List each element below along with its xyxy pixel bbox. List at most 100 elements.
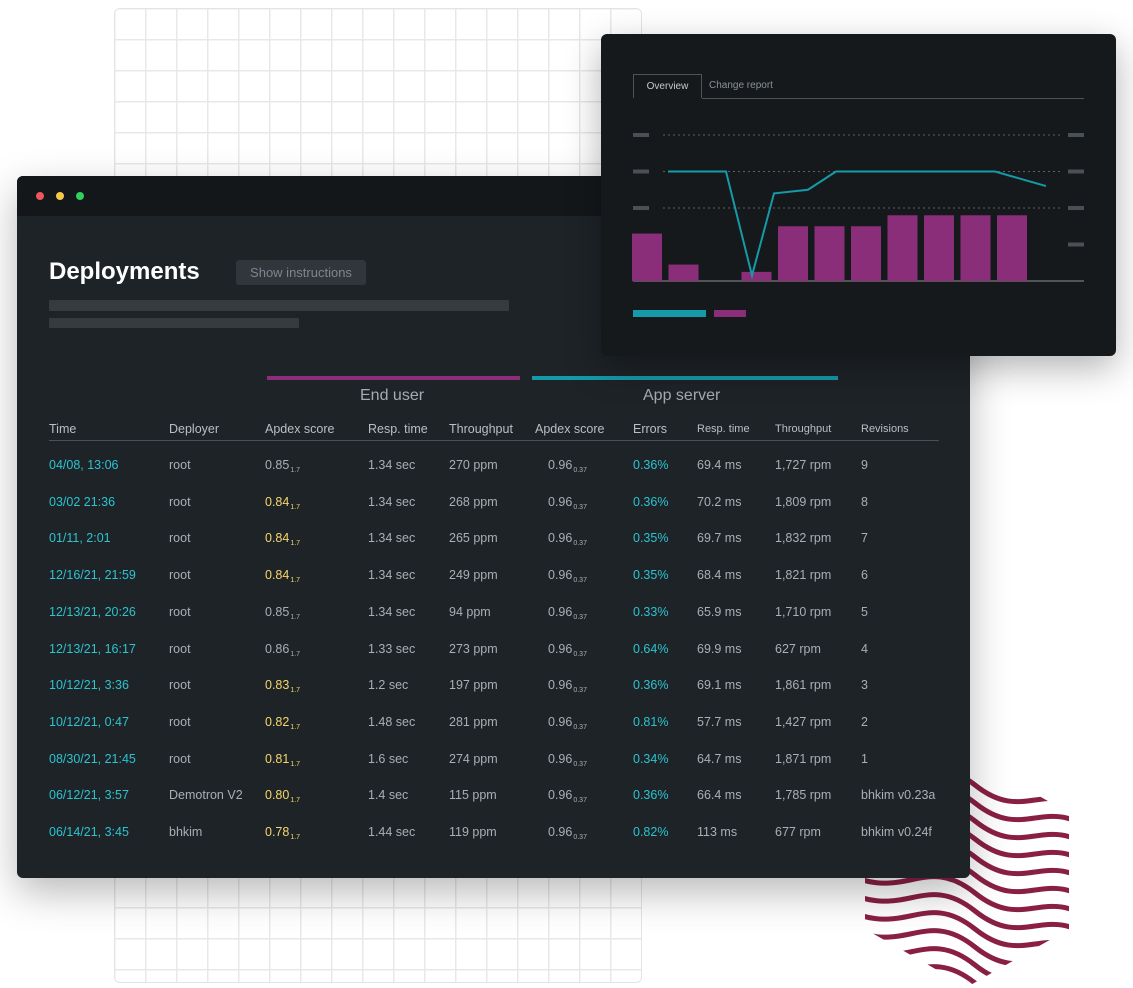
row-as-apdex-value: 0.96 <box>548 494 573 509</box>
row-as-apdex-subscript: 0.37 <box>573 834 587 841</box>
minimize-window-button[interactable] <box>56 192 64 200</box>
row-eu-apdex: 0.801.7 <box>265 788 300 804</box>
row-time[interactable]: 06/14/21, 3:45 <box>49 825 129 839</box>
table-row[interactable]: 10/12/21, 3:36 root 0.831.7 1.2 sec 197 ppm 0… <box>17 678 970 714</box>
row-revision: 6 <box>861 568 868 582</box>
row-eu-apdex: 0.781.7 <box>265 825 300 841</box>
column-header-as-resp-time[interactable]: Resp. time <box>697 423 750 435</box>
row-eu-throughput: 94 ppm <box>449 605 491 619</box>
column-header-as-apdex[interactable]: Apdex score <box>535 422 604 436</box>
row-eu-apdex: 0.811.7 <box>265 752 300 768</box>
table-row[interactable]: 04/08, 13:06 root 0.851.7 1.34 sec 270 ppm 0.… <box>17 458 970 494</box>
row-errors-value: 0.36% <box>633 494 669 509</box>
row-revision: 2 <box>861 715 868 729</box>
column-header-revisions[interactable]: Revisions <box>861 423 909 435</box>
column-header-eu-resp-time[interactable]: Resp. time <box>368 422 428 436</box>
row-eu-throughput-value: 273 ppm <box>449 641 498 656</box>
row-as-apdex-subscript: 0.37 <box>573 650 587 658</box>
row-eu-apdex-subscript: 1.7 <box>290 503 301 511</box>
row-eu-resp-time: 1.34 sec <box>368 495 415 509</box>
column-header-eu-throughput[interactable]: Throughput <box>449 422 513 436</box>
row-eu-resp-time: 1.2 sec <box>368 678 408 692</box>
row-errors-value: 0.35% <box>633 531 669 546</box>
row-deployer-value: root <box>169 458 191 472</box>
row-deployer: root <box>169 458 191 472</box>
chart-bar <box>778 226 808 281</box>
row-as-resp-time-value: 69.9 ms <box>697 641 742 656</box>
row-errors-value: 0.36% <box>633 788 669 803</box>
row-time[interactable]: 10/12/21, 3:36 <box>49 678 129 692</box>
y-tick-left <box>633 133 649 137</box>
row-time[interactable]: 08/30/21, 21:45 <box>49 752 136 766</box>
table-row[interactable]: 06/14/21, 3:45 bhkim 0.781.7 1.44 sec 119 pp… <box>17 825 970 861</box>
row-revision: bhkim v0.23a <box>861 788 935 802</box>
row-eu-throughput-value: 274 ppm <box>449 751 498 766</box>
table-row[interactable]: 12/13/21, 20:26 root 0.851.7 1.34 sec 94 ppm… <box>17 605 970 641</box>
row-as-apdex: 0.960.37 <box>548 531 587 547</box>
row-deployer-value: root <box>169 494 191 509</box>
row-as-resp-time: 57.7 ms <box>697 715 741 729</box>
row-eu-apdex: 0.841.7 <box>265 495 300 511</box>
row-time[interactable]: 03/02 21:36 <box>49 495 115 509</box>
row-revision-value: 2 <box>861 714 868 729</box>
row-errors: 0.35% <box>633 531 668 545</box>
maximize-window-button[interactable] <box>76 192 84 200</box>
row-as-throughput-value: 1,821 rpm <box>775 568 832 583</box>
chart-bar <box>887 215 918 281</box>
row-eu-throughput: 274 ppm <box>449 752 498 766</box>
row-errors: 0.33% <box>633 605 668 619</box>
row-eu-resp-time-value: 1.6 sec <box>368 751 409 766</box>
row-errors: 0.36% <box>633 495 668 509</box>
row-eu-resp-time: 1.34 sec <box>368 531 415 545</box>
row-time-value: 12/13/21, 20:26 <box>49 604 136 619</box>
table-row[interactable]: 06/12/21, 3:57 Demotron V2 0.801.7 1.4 sec 1… <box>17 788 970 824</box>
row-time[interactable]: 12/13/21, 16:17 <box>49 642 136 656</box>
row-as-apdex-subscript: 0.37 <box>573 760 587 768</box>
row-time[interactable]: 10/12/21, 0:47 <box>49 715 129 729</box>
column-header-errors[interactable]: Errors <box>633 422 667 436</box>
table-row[interactable]: 03/02 21:36 root 0.841.7 1.34 sec 268 ppm 0.9… <box>17 495 970 531</box>
row-eu-apdex: 0.841.7 <box>265 568 300 584</box>
y-tick-right <box>1068 169 1084 174</box>
description-placeholder-line-1 <box>49 300 509 311</box>
chart-bar <box>632 233 662 281</box>
chart-bar <box>924 215 954 281</box>
row-time[interactable]: 01/11, 2:01 <box>49 531 111 545</box>
row-as-apdex-subscript: 0.37 <box>573 577 587 585</box>
row-eu-throughput: 270 ppm <box>449 458 498 472</box>
column-header-as-throughput[interactable]: Throughput <box>775 423 831 435</box>
row-as-apdex-value: 0.96 <box>548 751 573 766</box>
row-as-throughput: 1,727 rpm <box>775 458 831 472</box>
row-errors: 0.36% <box>633 788 668 802</box>
row-errors-value: 0.64% <box>633 641 669 656</box>
row-time[interactable]: 12/13/21, 20:26 <box>49 605 136 619</box>
row-eu-apdex: 0.851.7 <box>265 605 300 621</box>
row-as-throughput-value: 1,809 rpm <box>775 494 832 509</box>
row-as-resp-time-value: 69.1 ms <box>697 678 742 693</box>
table-row[interactable]: 12/13/21, 16:17 root 0.861.7 1.33 sec 273 pp… <box>17 642 970 678</box>
row-eu-apdex-value: 0.85 <box>265 604 290 619</box>
show-instructions-button[interactable]: Show instructions <box>236 260 366 285</box>
row-deployer: root <box>169 568 191 582</box>
column-header-deployer[interactable]: Deployer <box>169 422 219 436</box>
row-as-throughput: 1,832 rpm <box>775 531 831 545</box>
column-header-time[interactable]: Time <box>49 422 76 436</box>
table-row[interactable]: 08/30/21, 21:45 root 0.811.7 1.6 sec 274 ppm… <box>17 752 970 788</box>
y-tick-right <box>1068 242 1084 247</box>
table-row[interactable]: 12/16/21, 21:59 root 0.841.7 1.34 sec 249 pp… <box>17 568 970 604</box>
column-header-eu-apdex[interactable]: Apdex score <box>265 422 334 436</box>
row-time[interactable]: 04/08, 13:06 <box>49 458 119 472</box>
row-as-resp-time: 69.1 ms <box>697 678 741 692</box>
row-as-resp-time: 68.4 ms <box>697 568 741 582</box>
close-window-button[interactable] <box>36 192 44 200</box>
row-eu-apdex-subscript: 1.7 <box>290 797 301 805</box>
row-revision-value: 8 <box>861 494 868 509</box>
row-as-apdex: 0.960.37 <box>548 715 587 731</box>
row-eu-apdex-value: 0.84 <box>265 568 290 583</box>
table-row[interactable]: 10/12/21, 0:47 root 0.821.7 1.48 sec 281 ppm… <box>17 715 970 751</box>
table-row[interactable]: 01/11, 2:01 root 0.841.7 1.34 sec 265 ppm 0.9… <box>17 531 970 567</box>
row-eu-throughput-value: 249 ppm <box>449 568 498 583</box>
row-time[interactable]: 12/16/21, 21:59 <box>49 568 136 582</box>
row-as-throughput: 627 rpm <box>775 642 821 656</box>
row-time[interactable]: 06/12/21, 3:57 <box>49 788 129 802</box>
